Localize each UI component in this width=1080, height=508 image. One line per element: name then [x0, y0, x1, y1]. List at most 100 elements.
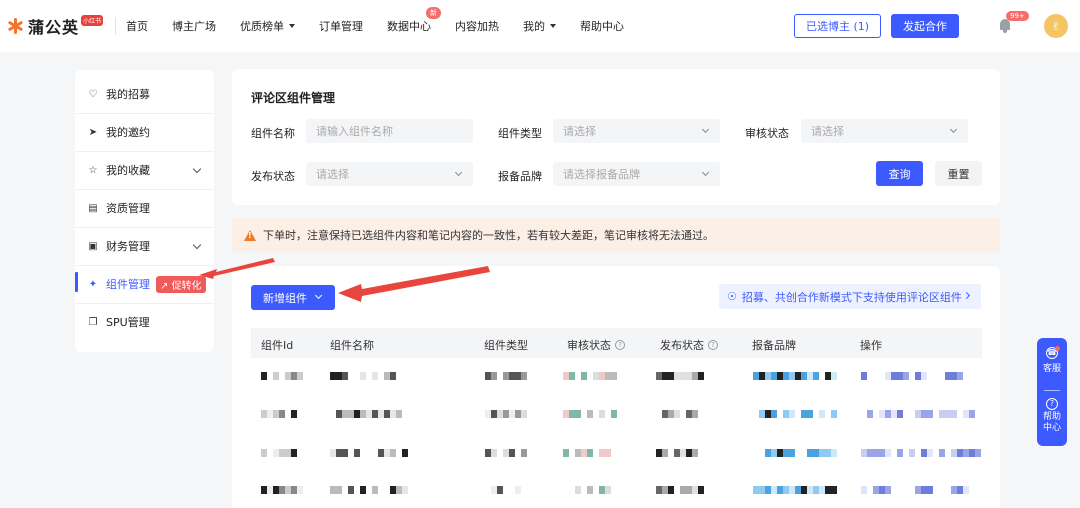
- wallet-icon: ▣: [88, 240, 98, 252]
- nav-item-mine[interactable]: 我的: [523, 18, 557, 34]
- document-icon: ▤: [88, 202, 98, 214]
- sidebar-item-finance[interactable]: ▣ 财务管理: [75, 227, 214, 265]
- chevron-down-icon: [949, 125, 958, 134]
- sidebar-item-components[interactable]: ✦ 组件管理 ↗ 促转化: [75, 265, 214, 303]
- selected-bloggers-button[interactable]: 已选博主 (1): [794, 14, 881, 38]
- redacted-cell: [261, 410, 309, 418]
- nav-divider: [115, 17, 117, 35]
- page-title: 评论区组件管理: [251, 91, 336, 105]
- redacted-cell: [656, 372, 704, 380]
- column-header-id: 组件Id: [261, 339, 294, 352]
- brand-badge: 小红书: [81, 14, 104, 26]
- help-icon[interactable]: ?: [708, 340, 718, 350]
- unread-dot: [1055, 346, 1060, 351]
- nav-item-data-center[interactable]: 数据中心新: [387, 7, 442, 34]
- component-type-select[interactable]: 请选择: [553, 119, 720, 143]
- redacted-cell: [753, 372, 837, 380]
- floating-service-panel: ☎ 客服 ? 帮助中心: [1037, 338, 1067, 446]
- sidebar-item-my-invitations[interactable]: ➤ 我的邀约: [75, 113, 214, 151]
- brand-logo[interactable]: 蒲公英 小红书: [6, 14, 104, 38]
- redacted-cell: [261, 449, 303, 457]
- nav-item-ranking[interactable]: 优质榜单: [240, 18, 296, 34]
- redacted-cell: [485, 372, 533, 380]
- brand-name: 蒲公英: [28, 18, 80, 37]
- redacted-cell: [656, 449, 698, 457]
- sidebar-item-my-favorites[interactable]: ☆ 我的收藏: [75, 151, 214, 189]
- nav-item-blogger-square[interactable]: 博主广场: [172, 18, 216, 34]
- redacted-cell: [330, 410, 402, 418]
- nav-item-orders[interactable]: 订单管理: [319, 18, 363, 34]
- warning-text: 下单时，注意保持已选组件内容和笔记内容的一致性，若有较大差距，笔记审核将无法通过…: [263, 229, 714, 242]
- redacted-cell: [563, 449, 611, 457]
- column-header-review-status: 审核状态?: [567, 337, 625, 353]
- lightbulb-icon: ☉: [727, 290, 737, 303]
- redacted-cell: [861, 486, 969, 494]
- redacted-cell: [485, 486, 521, 494]
- nav-item-help-center[interactable]: 帮助中心: [580, 18, 624, 34]
- sidebar-item-my-recruit[interactable]: ♡ 我的招募: [75, 75, 214, 113]
- caret-down-icon: [550, 24, 557, 28]
- publish-status-select[interactable]: 请选择: [306, 162, 473, 186]
- start-cooperation-button[interactable]: 发起合作: [891, 14, 959, 38]
- column-header-name: 组件名称: [330, 339, 374, 352]
- filter-card: 评论区组件管理 组件名称 请输入组件名称 组件类型 请选择 审核状态 请选择 发…: [232, 69, 1000, 205]
- table-header: 组件Id 组件名称 组件类型 审核状态? 发布状态? 报备品牌 操作: [251, 328, 982, 358]
- redacted-cell: [753, 486, 837, 494]
- customer-service-button[interactable]: ☎ 客服: [1037, 347, 1067, 374]
- column-header-type: 组件类型: [484, 339, 528, 352]
- warning-banner: 下单时，注意保持已选组件内容和笔记内容的一致性，若有较大差距，笔记审核将无法通过…: [232, 218, 1000, 252]
- redacted-cell: [656, 486, 704, 494]
- recruit-icon: ♡: [88, 88, 98, 100]
- chevron-down-icon: [701, 168, 710, 177]
- redacted-cell: [563, 486, 611, 494]
- redacted-cell: [485, 449, 527, 457]
- chevron-down-icon: [192, 240, 202, 250]
- notification-count-badge: 99+: [1006, 11, 1029, 21]
- question-icon: ?: [1046, 398, 1058, 410]
- component-name-label: 组件名称: [251, 127, 295, 140]
- brand-select[interactable]: 请选择报备品牌: [553, 162, 720, 186]
- chevron-down-icon: [314, 291, 323, 300]
- new-mode-tip-link[interactable]: ☉ 招募、共创合作新模式下支持使用评论区组件: [719, 284, 981, 309]
- chevron-down-icon: [701, 125, 710, 134]
- redacted-cell: [861, 372, 969, 380]
- redacted-cell: [330, 486, 414, 494]
- redacted-cell: [330, 372, 402, 380]
- warning-icon: [244, 229, 256, 241]
- brand-label: 报备品牌: [498, 170, 542, 183]
- sidebar-item-spu[interactable]: ❐ SPU管理: [75, 303, 214, 341]
- nav-item-content-boost[interactable]: 内容加热: [455, 18, 499, 34]
- redacted-cell: [656, 410, 698, 418]
- component-icon: ✦: [88, 278, 98, 290]
- chevron-down-icon: [454, 168, 463, 177]
- redacted-cell: [563, 372, 617, 380]
- chevron-down-icon: [192, 164, 202, 174]
- avatar[interactable]: ✌: [1044, 14, 1068, 38]
- nav-item-home[interactable]: 首页: [126, 18, 148, 34]
- chevron-right-icon: [962, 291, 971, 300]
- sidebar: ♡ 我的招募 ➤ 我的邀约 ☆ 我的收藏 ▤ 资质管理 ▣ 财务管理 ✦ 组件管…: [75, 70, 214, 352]
- copy-icon: ❐: [88, 316, 98, 328]
- query-button[interactable]: 查询: [876, 161, 923, 186]
- component-name-input[interactable]: 请输入组件名称: [306, 119, 473, 143]
- reset-button[interactable]: 重置: [935, 161, 982, 186]
- redacted-cell: [261, 486, 309, 494]
- new-badge: 新: [426, 7, 442, 19]
- review-status-select[interactable]: 请选择: [801, 119, 968, 143]
- publish-status-label: 发布状态: [251, 170, 295, 183]
- help-center-button[interactable]: ? 帮助中心: [1037, 398, 1067, 434]
- sidebar-item-qualifications[interactable]: ▤ 资质管理: [75, 189, 214, 227]
- column-header-brand: 报备品牌: [752, 339, 796, 352]
- add-component-button[interactable]: 新增组件: [251, 285, 335, 310]
- main-nav: 首页 博主广场 优质榜单 订单管理 数据中心新 内容加热 我的 帮助中心: [126, 0, 648, 52]
- star-icon: ☆: [88, 164, 98, 176]
- redacted-cell: [563, 410, 617, 418]
- dandelion-icon: [6, 17, 24, 35]
- redacted-cell: [753, 449, 837, 457]
- column-header-publish-status: 发布状态?: [660, 337, 718, 353]
- redacted-cell: [261, 372, 303, 380]
- redacted-cell: [753, 410, 837, 418]
- send-icon: ➤: [88, 126, 98, 138]
- help-icon[interactable]: ?: [615, 340, 625, 350]
- active-indicator: [75, 272, 78, 292]
